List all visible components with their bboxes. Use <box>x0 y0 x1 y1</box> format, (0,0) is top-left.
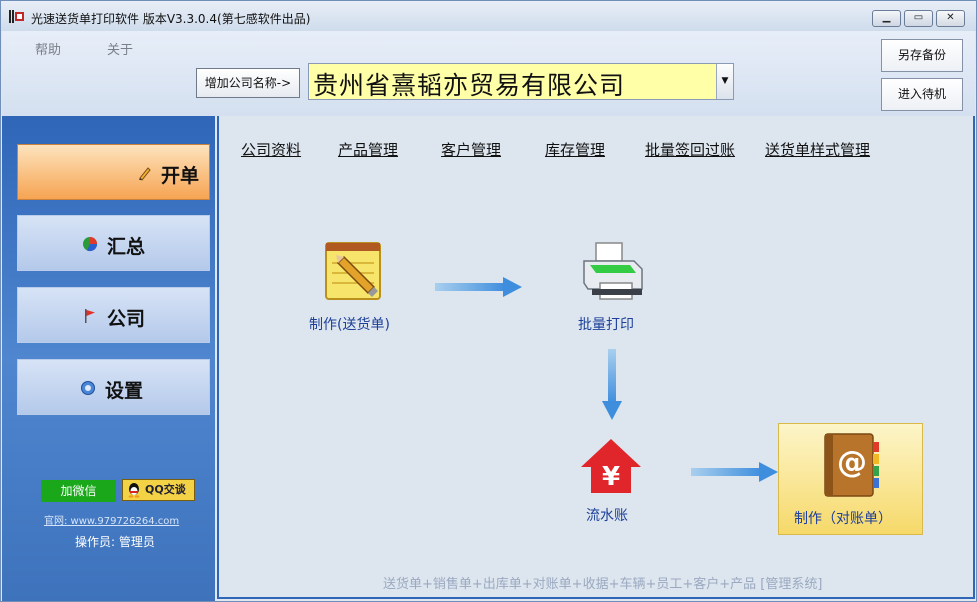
sidebar-item-company[interactable]: 公司 <box>17 287 210 343</box>
tab-customer-management[interactable]: 客户管理 <box>441 139 501 160</box>
close-button[interactable]: ✕ <box>936 10 965 27</box>
add-company-button[interactable]: 增加公司名称-> <box>196 68 300 98</box>
tab-inventory-management[interactable]: 库存管理 <box>545 139 605 160</box>
website-link[interactable]: 官网: www.979726264.com <box>44 512 179 527</box>
printer-icon <box>583 242 643 300</box>
batch-print-button[interactable]: 批量打印 <box>574 236 664 336</box>
notepad-pencil-icon <box>325 242 381 300</box>
main-panel: 公司资料 产品管理 客户管理 库存管理 批量签回过账 送货单样式管理 制作(送货… <box>217 116 975 599</box>
svg-text:@: @ <box>837 445 867 480</box>
tab-product-management[interactable]: 产品管理 <box>338 139 398 160</box>
minimize-icon: ▁ <box>882 12 891 23</box>
make-statement-button[interactable]: @ 制作（对账单） <box>778 423 923 535</box>
app-logo-icon <box>9 10 24 23</box>
sidebar-item-summary[interactable]: 汇总 <box>17 215 210 271</box>
qq-penguin-icon <box>128 483 140 498</box>
tab-delivery-style[interactable]: 送货单样式管理 <box>765 139 870 160</box>
flag-icon <box>85 309 95 323</box>
sidebar-item-label: 设置 <box>105 380 144 402</box>
make-statement-label: 制作（对账单） <box>794 511 892 527</box>
header: 帮助 关于 增加公司名称-> 贵州省熹韬亦贸易有限公司 ▼ 另存备份 进入待机 <box>2 31 975 116</box>
window-title: 光速送货单打印软件 版本V3.3.0.4(第七感软件出品) <box>31 12 311 26</box>
sidebar-item-billing[interactable]: 开单 <box>17 144 210 200</box>
maximize-button[interactable]: ▭ <box>904 10 933 27</box>
title-bar: 光速送货单打印软件 版本V3.3.0.4(第七感软件出品) ▁ ▭ ✕ <box>1 1 976 31</box>
add-wechat-button[interactable]: 加微信 <box>41 480 116 502</box>
yen-house-icon: ¥ <box>581 439 641 493</box>
close-icon: ✕ <box>946 12 955 23</box>
pie-chart-icon <box>83 237 98 252</box>
sidebar-item-label: 公司 <box>107 308 146 330</box>
sidebar: 开单 汇总 公司 设置 加微信 QQ交谈 官网: www.979726264.c… <box>2 116 215 601</box>
cash-flow-label: 流水账 <box>586 508 628 524</box>
menu-help[interactable]: 帮助 <box>35 39 61 58</box>
gear-icon <box>81 381 95 395</box>
tab-company-info[interactable]: 公司资料 <box>241 139 301 160</box>
cash-flow-button[interactable]: ¥ 流水账 <box>574 434 664 529</box>
address-book-icon: @ <box>824 433 879 497</box>
enter-standby-button[interactable]: 进入待机 <box>881 78 963 111</box>
svg-text:¥: ¥ <box>602 462 620 492</box>
app-window: 光速送货单打印软件 版本V3.3.0.4(第七感软件出品) ▁ ▭ ✕ 帮助 关… <box>0 0 977 602</box>
save-backup-button[interactable]: 另存备份 <box>881 39 963 72</box>
batch-print-label: 批量打印 <box>578 317 634 333</box>
maximize-icon: ▭ <box>913 12 924 23</box>
pencil-icon <box>139 167 151 181</box>
operator-label: 操作员: 管理员 <box>75 535 155 549</box>
minimize-button[interactable]: ▁ <box>872 10 901 27</box>
flow-arrow-right-icon <box>435 277 522 297</box>
sidebar-item-label: 汇总 <box>107 236 146 258</box>
footer-text: 送货单+销售单+出库单+对账单+收据+车辆+员工+客户+产品 [管理系统] <box>383 577 823 592</box>
sidebar-item-settings[interactable]: 设置 <box>17 359 210 415</box>
company-select-value: 贵州省熹韬亦贸易有限公司 <box>313 71 626 100</box>
sidebar-item-label: 开单 <box>161 165 200 187</box>
tab-batch-signback[interactable]: 批量签回过账 <box>645 139 735 160</box>
qq-chat-label: QQ交谈 <box>145 483 186 496</box>
flow-arrow-right-icon <box>691 462 778 482</box>
company-select[interactable]: 贵州省熹韬亦贸易有限公司 ▼ <box>308 63 734 100</box>
flow-arrow-down-icon <box>602 349 622 420</box>
menu-about[interactable]: 关于 <box>107 39 133 58</box>
chevron-down-icon[interactable]: ▼ <box>716 64 733 99</box>
make-delivery-note-button[interactable]: 制作(送货单) <box>309 236 449 336</box>
qq-chat-button[interactable]: QQ交谈 <box>122 479 195 501</box>
make-delivery-note-label: 制作(送货单) <box>309 317 390 333</box>
